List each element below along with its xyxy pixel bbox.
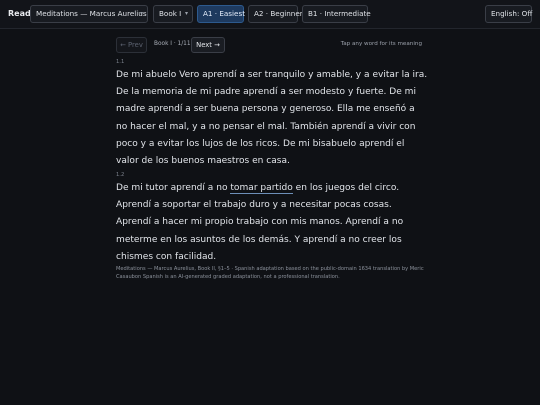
credit-line: Casaubon Spanish is an AI-generated grad… <box>116 273 340 280</box>
chevron-down-icon: ▾ <box>184 10 188 17</box>
highlighted-word[interactable]: tomar partido <box>230 183 293 194</box>
text-line: De mi tutor aprendí a no tomar partido e… <box>116 180 424 197</box>
text-line[interactable]: no hacer el mal, y a no pensar el mal. T… <box>116 119 424 136</box>
reader-nav: ← Prev Book I · 1/11 Next → Tap any word… <box>116 36 422 54</box>
paragraph-1: De mi abuelo Vero aprendí a ser tranquil… <box>116 67 427 170</box>
text-line[interactable]: madre aprendí a ser buena persona y gene… <box>116 101 424 118</box>
text-line[interactable]: De mi abuelo Vero aprendí a ser tranquil… <box>116 67 427 84</box>
text-line[interactable]: Aprendí a soportar el trabajo duro y a n… <box>116 197 424 214</box>
english-toggle[interactable]: English: Off <box>485 5 532 23</box>
level-tab-b1[interactable]: B1 · Intermediate <box>302 5 371 23</box>
chevron-down-icon: ▾ <box>139 10 143 17</box>
text-line[interactable]: chismes con facilidad. <box>116 249 424 266</box>
credit-line: Meditations — Marcus Aurelius, Book II, … <box>116 266 424 272</box>
next-button[interactable]: Next → <box>191 37 225 53</box>
book-select-value: Meditations — Marcus Aurelius <box>36 9 147 18</box>
top-toolbar: Read Meditations — Marcus Aurelius ▾ Boo… <box>0 0 540 29</box>
page-position: Book I · 1/11 <box>154 41 191 47</box>
paragraph-number: 1.2 <box>116 172 125 178</box>
text-line[interactable]: meterme en los asuntos de los demás. Y a… <box>116 232 424 249</box>
app-title: Read <box>8 9 31 18</box>
tap-hint: Tap any word for its meaning <box>340 41 422 47</box>
level-tab-a2[interactable]: A2 · Beginner <box>248 5 303 23</box>
attribution-note: Meditations — Marcus Aurelius, Book II, … <box>116 266 424 281</box>
book-select[interactable]: Meditations — Marcus Aurelius ▾ <box>30 5 148 23</box>
paragraph-number: 1.1 <box>116 59 125 65</box>
text-line[interactable]: Aprendí a hacer mi propio trabajo con mi… <box>116 214 424 231</box>
chapter-select[interactable]: Book I ▾ <box>153 5 193 23</box>
text-segment[interactable]: en los juegos del circo. <box>293 183 399 193</box>
text-line[interactable]: De la memoria de mi padre aprendí a ser … <box>116 84 424 101</box>
paragraph-2: De mi tutor aprendí a no tomar partido e… <box>116 180 424 266</box>
text-line[interactable]: valor de los buenos maestros en casa. <box>116 153 424 170</box>
chapter-select-value: Book I <box>159 9 182 18</box>
prev-button[interactable]: ← Prev <box>116 37 147 53</box>
level-tab-a1[interactable]: A1 · Easiest <box>197 5 245 23</box>
text-line[interactable]: poco y a evitar los lujos de los ricos. … <box>116 136 424 153</box>
text-segment[interactable]: De mi tutor aprendí a no <box>116 183 230 193</box>
